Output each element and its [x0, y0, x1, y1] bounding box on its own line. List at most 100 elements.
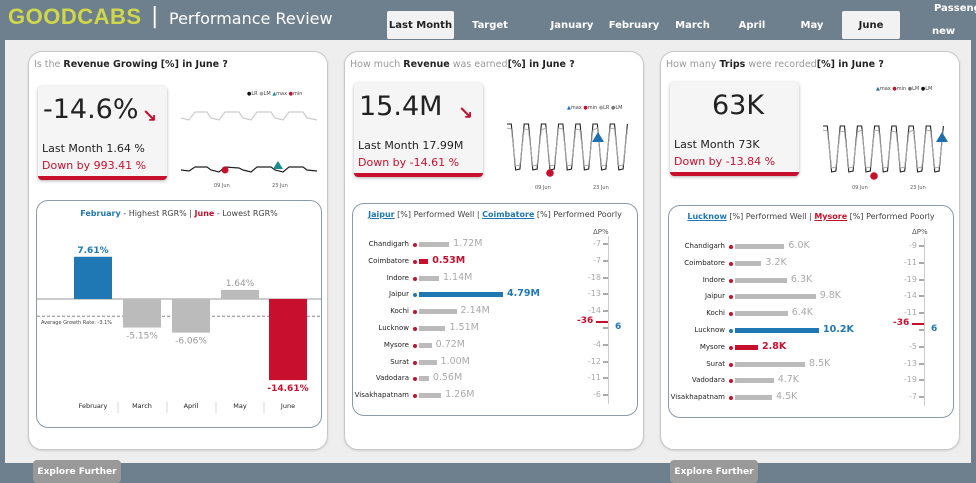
tab-june[interactable]: June [842, 11, 900, 39]
city-marker [729, 345, 733, 350]
sparkline: 09 Jun 23 Jun [506, 123, 628, 191]
city-label: Surat [390, 357, 409, 366]
city-marker [729, 245, 733, 249]
city-bar [419, 326, 446, 331]
brand-logo: GOODCABS [8, 4, 142, 29]
kpi-card: 63K Last Month 73K Down by -13.84 % [670, 82, 799, 176]
panel-question: How much Revenue was earned[%] in June ? [350, 59, 575, 70]
kpi-down-by: Down by -13.84 % [674, 155, 776, 168]
city-marker [729, 312, 733, 317]
chart-subtitle: Jaipur [%] Performed Well | Coimbatore [… [368, 210, 622, 219]
city-value-label: 1.51M [449, 322, 479, 333]
delta-label: -11 [903, 308, 917, 318]
title-separator: | [151, 4, 159, 29]
spark-tick-label: 23 Jun [910, 185, 926, 191]
delta-min-marker [912, 323, 924, 326]
delta-max-label: 6 [615, 322, 622, 332]
kpi-last-month: Last Month 1.64 % [42, 142, 145, 155]
delta-label: -5 [909, 341, 917, 351]
city-value-label: 6.4K [791, 307, 814, 319]
city-bar [735, 260, 762, 266]
city-label: Vadodara [691, 376, 725, 385]
city-label: Indore [702, 275, 725, 284]
spark-min-marker [221, 166, 229, 174]
kpi-last-month: Last Month 17.99M [358, 139, 464, 152]
city-marker [729, 379, 733, 384]
bar-value-label: -14.61% [267, 384, 308, 394]
city-label: Lucknow [378, 324, 409, 332]
city-marker [729, 329, 733, 333]
city-bar [419, 242, 450, 247]
city-bar [419, 309, 457, 315]
delta-label: -14 [903, 291, 917, 301]
kpi-value: -14.6% [43, 94, 139, 125]
city-bar [419, 275, 439, 281]
delta-header: ΔP% [912, 228, 928, 236]
delta-label: -12 [587, 356, 601, 366]
city-value-label: 2.8K [762, 340, 787, 352]
tab-last-month[interactable]: Last Month [387, 11, 454, 39]
kpi-down-by: Down by 993.41 % [42, 159, 147, 172]
tab-january[interactable]: January [541, 11, 603, 39]
delta-axis [608, 236, 609, 404]
city-label: Surat [706, 359, 725, 368]
city-label: Jaipur [704, 292, 725, 301]
city-bar [419, 258, 429, 264]
spark-tick-label: 09 Jun [852, 185, 868, 191]
delta-label: -19 [903, 375, 917, 385]
top-bar: GOODCABS | Performance Review Last Month… [0, 0, 976, 40]
city-value-label: 0.53M [432, 254, 466, 266]
city-label: Lucknow [694, 326, 725, 334]
city-value-label: 4.7K [777, 374, 800, 386]
city-marker [413, 259, 417, 264]
bar-value-label: 7.61% [77, 246, 108, 256]
panel-question: How many Trips were recorded[%] in June … [666, 59, 884, 70]
city-label: Jaipur [388, 290, 409, 299]
growth-bar [74, 256, 112, 299]
city-value-label: 6.3K [790, 273, 813, 285]
kpi-value: 63K [712, 90, 765, 121]
growth-bar [172, 299, 210, 333]
city-bar [735, 294, 816, 300]
tab-passenger[interactable]: Passeng [934, 3, 976, 14]
explore-further-button[interactable]: Explore Further [670, 460, 758, 483]
city-marker [413, 310, 417, 315]
city-value-label: 8.5K [809, 357, 831, 369]
delta-min-label: -36 [577, 316, 594, 327]
city-label: Indore [386, 273, 409, 282]
delta-axis [924, 238, 925, 406]
tab-march[interactable]: March [665, 11, 720, 39]
delta-label: -7 [593, 239, 601, 248]
city-marker [729, 295, 733, 300]
spark-tick-label: 09 Jun [214, 183, 230, 189]
tab-passenger-line2[interactable]: new [932, 26, 955, 37]
spark-tick-label: 09 Jun [535, 185, 551, 191]
tab-target[interactable]: Target [459, 11, 521, 39]
city-trips-chart: Lucknow [%] Performed Well | Mysore [%] … [668, 205, 954, 418]
city-marker [413, 327, 417, 331]
explore-further-button[interactable]: Explore Further [33, 460, 121, 483]
trips-panel: How many Trips were recorded[%] in June … [660, 51, 960, 483]
spark-max-marker [936, 132, 948, 142]
city-label: Chandigarh [368, 240, 409, 248]
city-value-label: 1.14M [442, 271, 473, 283]
category-label: May [233, 402, 247, 410]
growth-bar-chart: Average Growth Rate: -3.1% 7.61% February -… [37, 246, 321, 413]
tab-may[interactable]: May [786, 11, 838, 39]
city-value-label: 6.0K [788, 240, 810, 251]
city-bar [735, 395, 773, 401]
city-value-label: 1.72M [453, 238, 483, 249]
tab-february[interactable]: February [603, 11, 665, 39]
city-marker [413, 293, 417, 298]
delta-label: -14 [587, 306, 601, 316]
city-marker [413, 394, 417, 399]
kpi-card: -14.6% ↘ Last Month 1.64 % Down by 993.4… [38, 86, 167, 180]
kpi-card: 15.4M ↘ Last Month 17.99M Down by -14.61… [354, 83, 483, 177]
city-label: Mysore [699, 342, 725, 351]
city-bar [419, 376, 429, 382]
city-value-label: 4.5K [776, 391, 798, 403]
tab-april[interactable]: April [726, 11, 778, 39]
spark-max-marker [592, 132, 604, 142]
delta-label: -13 [587, 289, 601, 299]
city-bar [419, 393, 442, 399]
